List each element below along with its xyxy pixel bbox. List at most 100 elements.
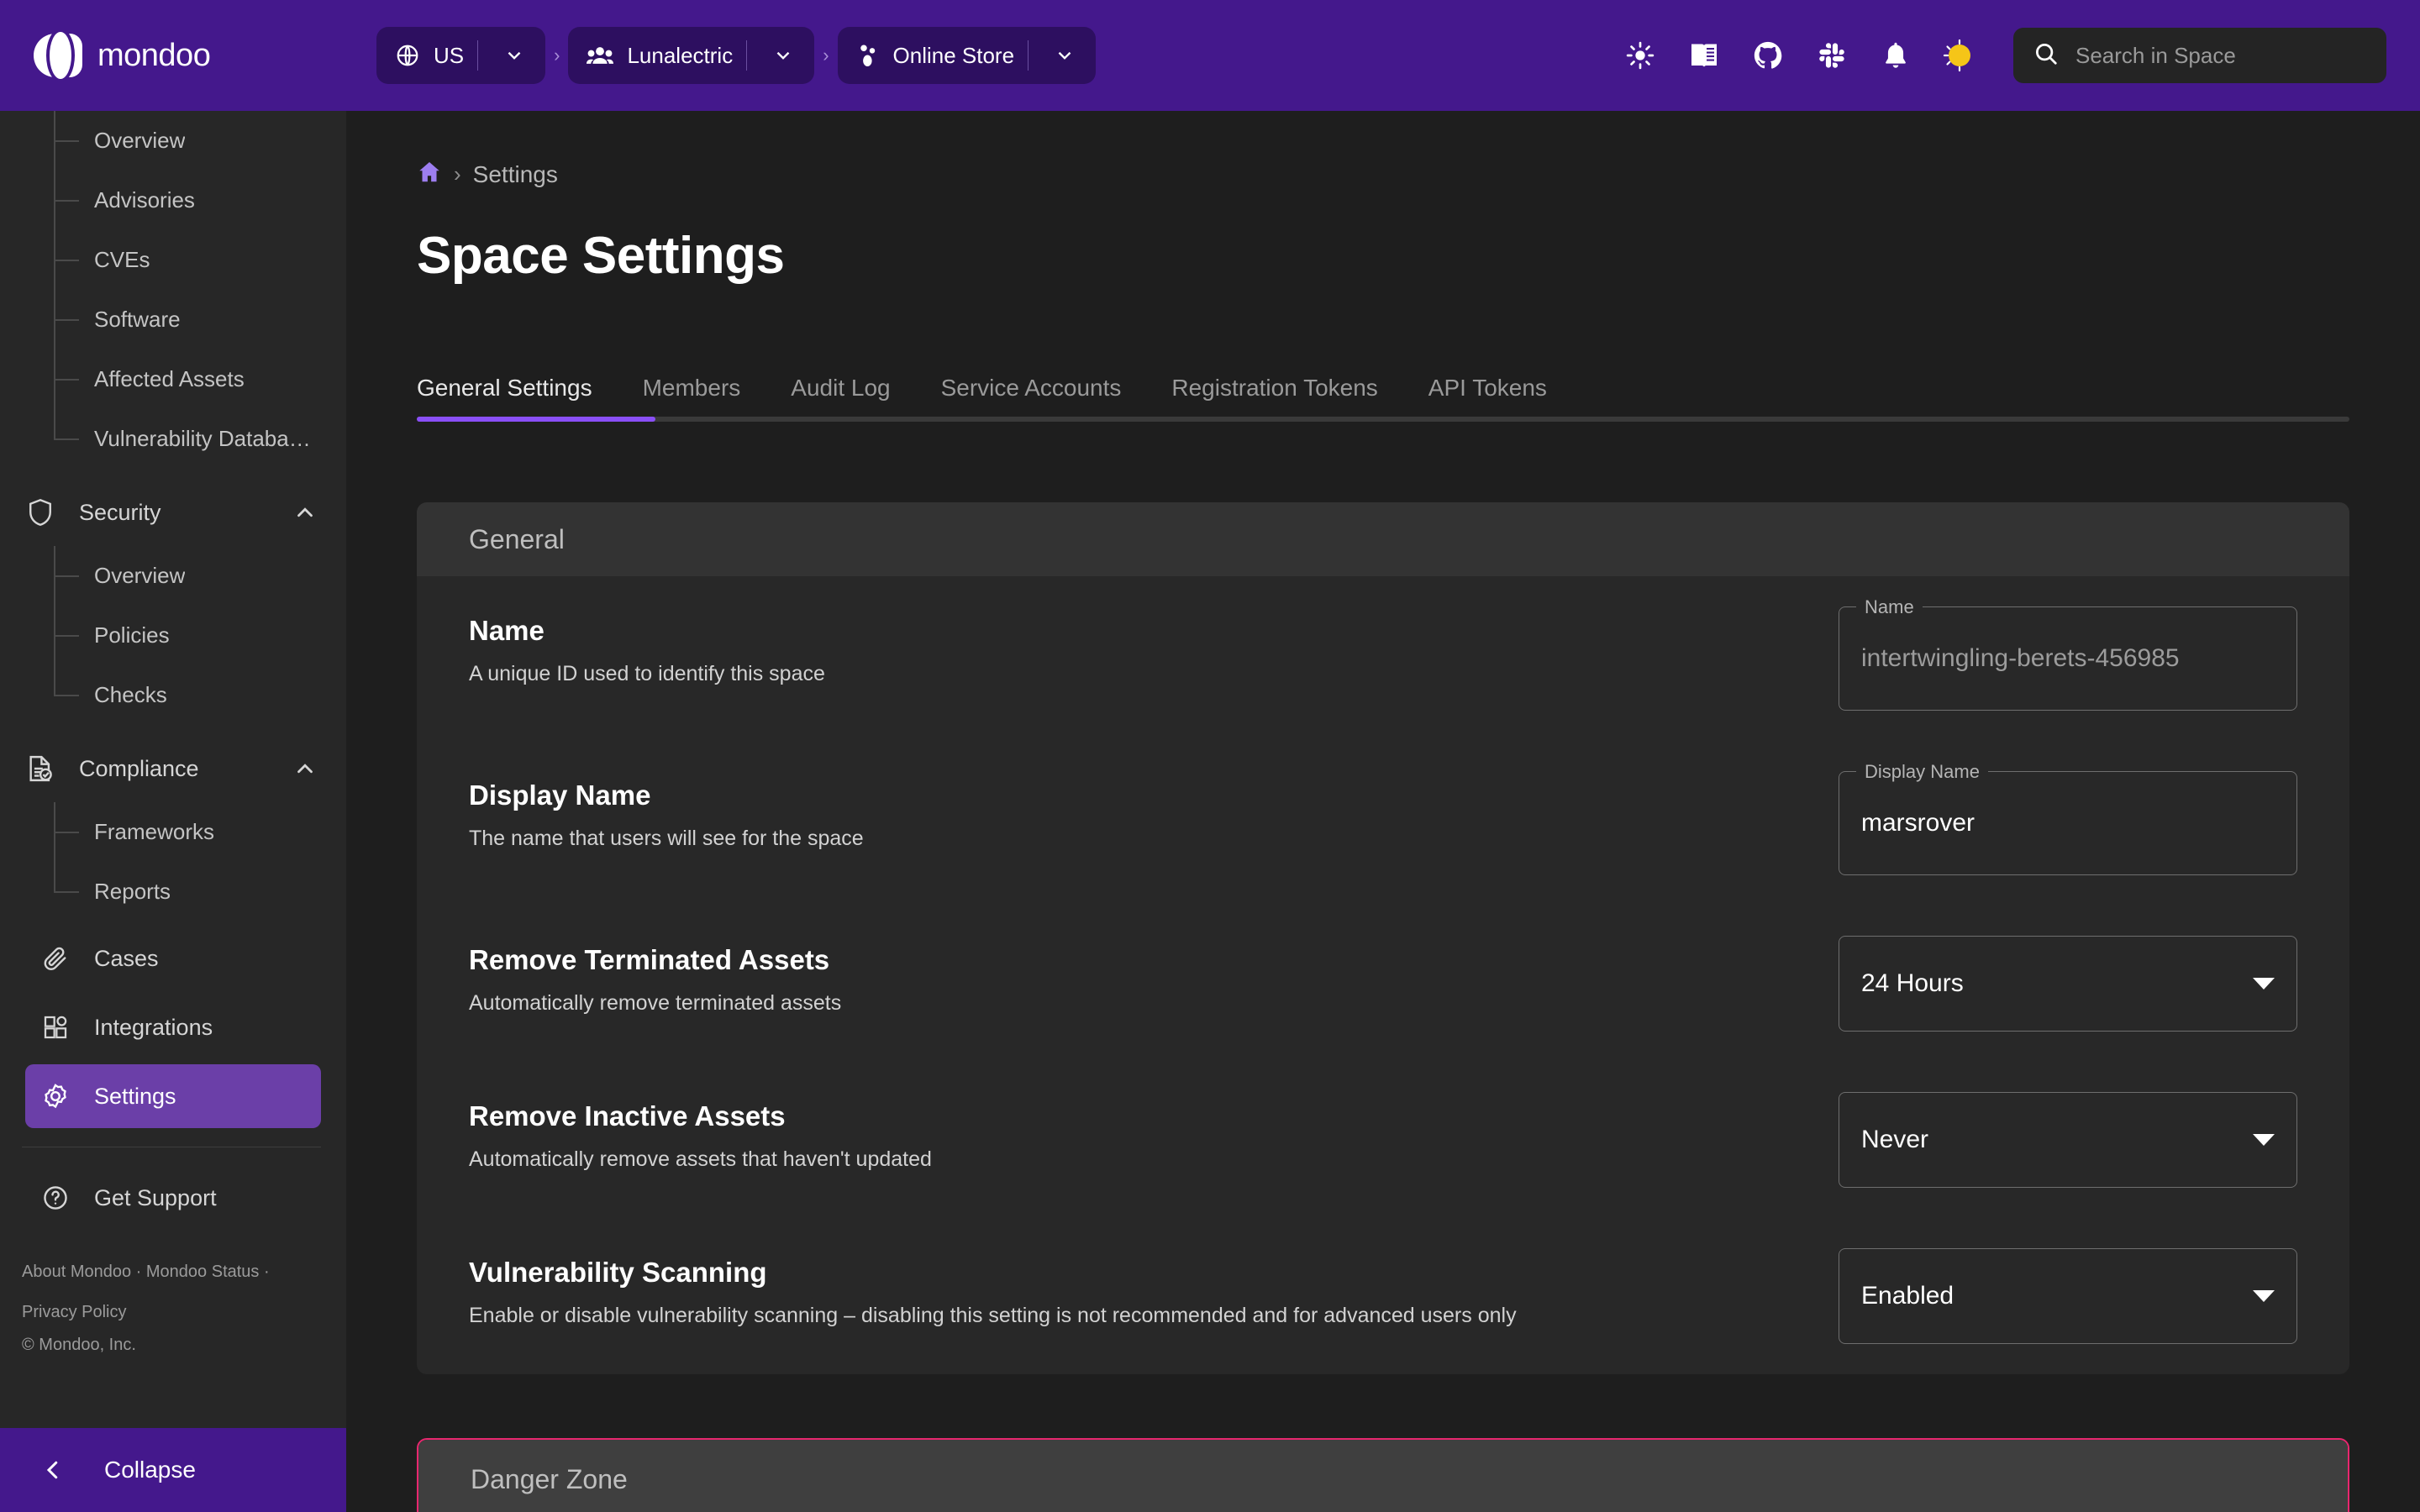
brand-area[interactable]: mondoo [0,0,346,111]
name-field-label: Name [1856,596,1923,618]
region-selector[interactable]: US [376,27,546,84]
setting-text: Display Name The name that users will se… [469,771,1839,851]
organization-selector[interactable]: Lunalectric [568,27,815,84]
remove-terminated-assets-select[interactable]: 24 Hours [1839,936,2297,1032]
tree-connector [54,546,79,606]
setting-text: Vulnerability Scanning Enable or disable… [469,1248,1839,1328]
sidebar-item-cases[interactable]: Cases [25,927,321,990]
chevron-down-icon[interactable] [1042,45,1087,66]
footer-dot: · [131,1263,146,1281]
sidebar-item-software[interactable]: Software [0,290,346,349]
about-mondoo-link[interactable]: About Mondoo [22,1263,131,1281]
setting-description: Automatically remove assets that haven't… [469,1147,932,1171]
setting-text: Remove Terminated Assets Automatically r… [469,936,1839,1016]
brand-name: mondoo [97,37,211,73]
general-card-title: General [469,523,565,554]
setting-control: 24 Hours [1839,936,2297,1032]
tabs: General Settings Members Audit Log Servi… [417,353,2349,402]
setting-text: Remove Inactive Assets Automatically rem… [469,1092,1839,1172]
slack-icon[interactable] [1800,24,1864,87]
sidebar-item-label: Software [94,307,181,332]
breadcrumb-current[interactable]: Settings [473,161,558,188]
sidebar-group-security[interactable]: Security [0,479,346,546]
breadcrumb-separator: › [823,45,829,66]
sidebar-item-label: Policies [94,622,170,648]
name-field[interactable]: Name intertwingling-berets-456985 [1839,596,2297,711]
sidebar-item-label: Settings [94,1083,176,1109]
search-input[interactable]: Search in Space [2013,28,2386,83]
display-name-field[interactable]: Display Name marsrover [1839,761,2297,875]
tab-api-tokens[interactable]: API Tokens [1428,375,1572,402]
select-value: 24 Hours [1861,969,1964,997]
chevron-left-icon [25,1457,81,1483]
tree-connector [54,606,79,665]
sidebar-group-compliance[interactable]: Compliance [0,735,346,802]
sidebar-item-checks[interactable]: Checks [0,665,346,725]
sidebar-item-policies[interactable]: Policies [0,606,346,665]
sidebar-item-reports[interactable]: Reports [0,862,346,921]
bell-icon[interactable] [1864,24,1928,87]
sidebar-item-affected-assets[interactable]: Affected Assets [0,349,346,409]
chevron-up-icon[interactable] [292,500,318,525]
chevron-down-icon[interactable] [492,45,537,66]
setting-row-name: Name A unique ID used to identify this s… [469,576,2297,741]
space-selector[interactable]: Online Store [837,27,1097,84]
sidebar-item-cves[interactable]: CVEs [0,230,346,290]
sidebar-item-integrations[interactable]: Integrations [25,995,321,1059]
setting-text: Name A unique ID used to identify this s… [469,606,1839,686]
setting-title: Name [469,615,544,646]
home-icon[interactable] [417,160,442,189]
chevron-up-icon[interactable] [292,756,318,781]
tree-connector [54,111,79,171]
tab-general-settings[interactable]: General Settings [417,375,618,402]
copyright-text: © Mondoo, Inc. [22,1336,136,1354]
general-settings-card: General Name A unique ID used to identif… [417,502,2349,1374]
sidebar-item-label: Frameworks [94,819,215,844]
footer-dot: · [259,1263,270,1281]
page-title: Space Settings [417,227,785,285]
mondoo-status-link[interactable]: Mondoo Status [146,1263,260,1281]
tab-audit-log[interactable]: Audit Log [791,375,915,402]
sidebar-scroll-area[interactable]: Overview Advisories CVEs Software Affect… [0,111,346,1404]
sidebar-item-security-overview[interactable]: Overview [0,546,346,606]
search-placeholder: Search in Space [2075,42,2236,68]
sidebar-item-label: Affected Assets [94,366,245,391]
setting-title: Display Name [469,780,651,811]
sidebar-footer-links: About Mondoo · Mondoo Status · Privacy P… [0,1252,346,1332]
help-circle-icon [42,1184,79,1211]
mondoo-logo-mark [34,32,82,79]
context-breadcrumb-nav: US › Lunalectric › Online Store [376,27,1097,84]
search-icon [2033,41,2059,71]
danger-zone-title: Danger Zone [471,1463,628,1494]
sidebar: Overview Advisories CVEs Software Affect… [0,111,346,1512]
privacy-policy-link[interactable]: Privacy Policy [22,1303,126,1321]
sidebar-item-settings[interactable]: Settings [25,1064,321,1128]
tree-connector [54,409,79,469]
sidebar-item-frameworks[interactable]: Frameworks [0,802,346,862]
general-card-body: Name A unique ID used to identify this s… [417,576,2349,1374]
github-icon[interactable] [1736,24,1800,87]
theme-moon-sun-icon[interactable] [1928,24,1991,87]
setting-title: Vulnerability Scanning [469,1257,767,1288]
sidebar-item-advisories[interactable]: Advisories [0,171,346,230]
sidebar-item-get-support[interactable]: Get Support [25,1166,321,1230]
sidebar-item-vuln-overview[interactable]: Overview [0,111,346,171]
collapse-sidebar-button[interactable]: Collapse [0,1428,346,1512]
docs-book-icon[interactable] [1672,24,1736,87]
tab-registration-tokens[interactable]: Registration Tokens [1171,375,1402,402]
mondoo-logo[interactable]: mondoo [34,32,211,79]
brightness-icon[interactable] [1608,24,1672,87]
setting-control: Never [1839,1092,2297,1188]
sidebar-group-label: Security [79,499,161,525]
vulnerability-scanning-select[interactable]: Enabled [1839,1248,2297,1344]
sidebar-item-label: Get Support [94,1184,217,1210]
remove-inactive-assets-select[interactable]: Never [1839,1092,2297,1188]
tree-connector [54,171,79,230]
tab-members[interactable]: Members [643,375,766,402]
tab-service-accounts[interactable]: Service Accounts [941,375,1147,402]
sidebar-item-label: Checks [94,682,167,707]
chevron-down-icon [2253,978,2275,990]
chevron-down-icon[interactable] [760,45,806,66]
sidebar-item-vulnerability-database[interactable]: Vulnerability Databa… [0,409,346,469]
sidebar-item-label: CVEs [94,247,150,272]
